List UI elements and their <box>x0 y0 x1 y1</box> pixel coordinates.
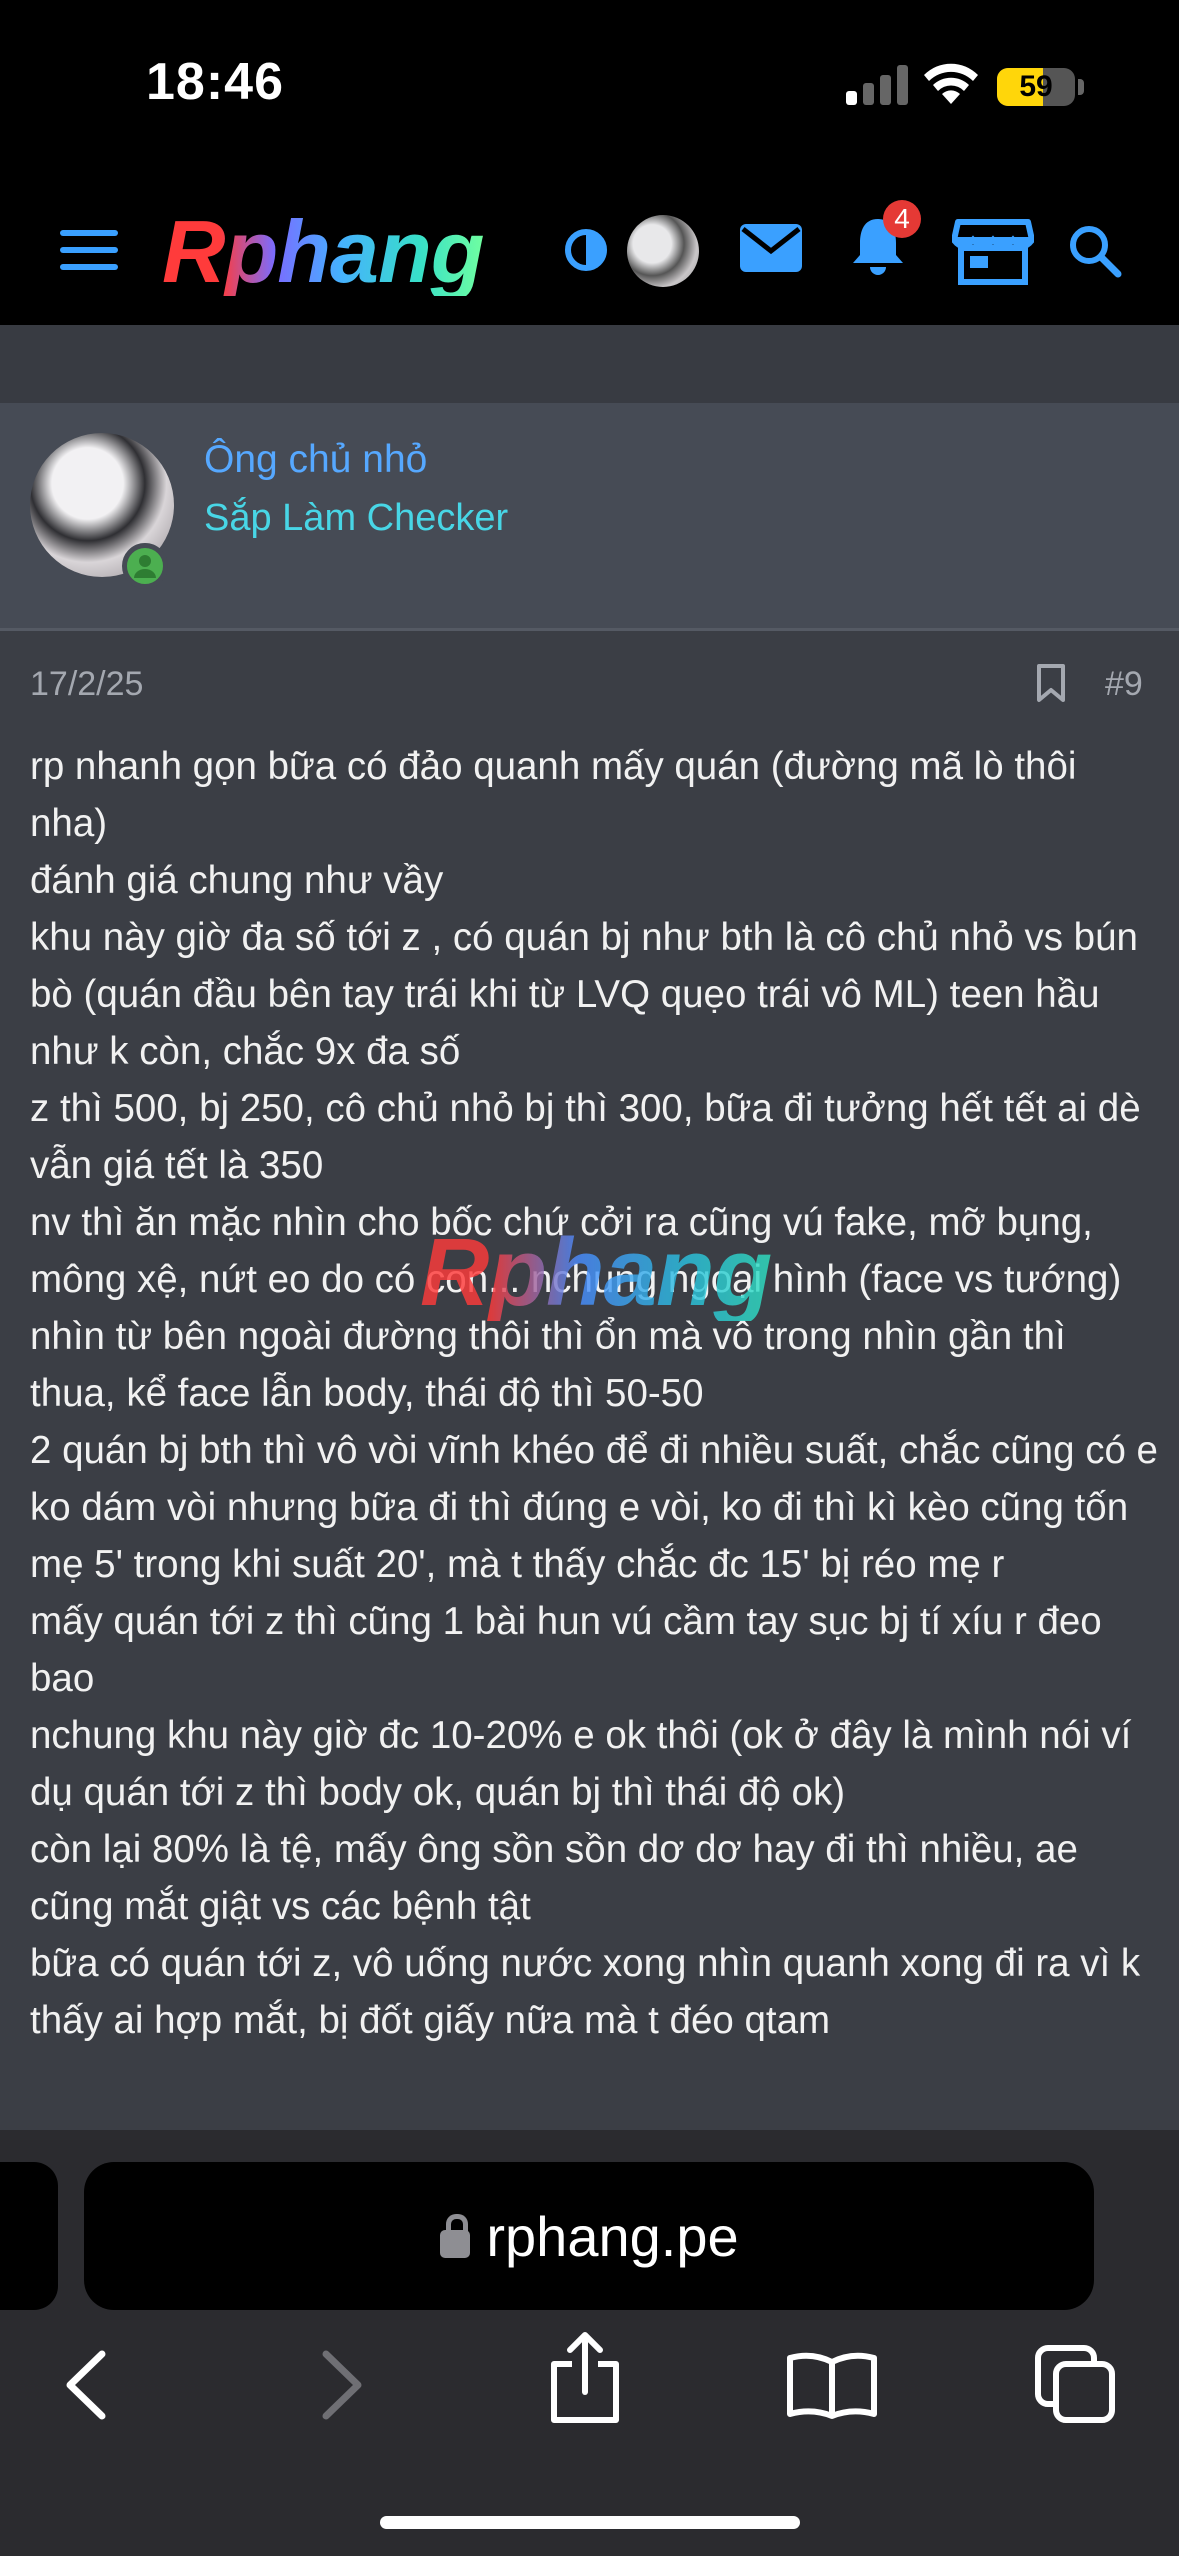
battery-tip <box>1078 79 1084 95</box>
post-content: rp nhanh gọn bữa có đảo quanh mấy quán (… <box>30 738 1160 2049</box>
home-indicator[interactable] <box>380 2516 800 2529</box>
status-time: 18:46 <box>146 53 284 111</box>
post-paragraph: khu này giờ đa số tới z , có quán bj như… <box>30 916 1138 1073</box>
post-user-panel <box>0 403 1179 631</box>
theme-toggle-icon[interactable] <box>564 228 608 272</box>
user-name[interactable]: Ông chủ nhỏ <box>204 438 427 482</box>
notification-badge: 4 <box>883 200 921 238</box>
online-status-icon <box>122 543 168 589</box>
wifi-icon <box>924 63 978 104</box>
bookmark-icon[interactable] <box>1036 663 1066 703</box>
search-icon[interactable] <box>1068 224 1122 278</box>
post-paragraph: nchung khu này giờ đc 10-20% e ok thôi (… <box>30 1714 1132 1814</box>
bookmarks-icon[interactable] <box>786 2350 878 2420</box>
post-paragraph: z thì 500, bj 250, cô chủ nhỏ bj thì 300… <box>30 1087 1141 1187</box>
mail-icon[interactable] <box>740 224 802 272</box>
battery-percentage: 59 <box>1019 70 1053 103</box>
logo-watermark: Rphang <box>420 1219 772 1326</box>
post-paragraph: rp nhanh gọn bữa có đảo quanh mấy quán (… <box>30 745 1077 845</box>
account-avatar[interactable] <box>627 215 699 287</box>
post-date[interactable]: 17/2/25 <box>30 665 143 704</box>
battery-icon: 59 <box>997 68 1075 106</box>
share-icon[interactable] <box>548 2330 622 2424</box>
post-paragraph: đánh giá chung như vầy <box>30 859 444 902</box>
post-paragraph: 2 quán bj bth thì vô vòi vĩnh khéo để đi… <box>30 1429 1158 1586</box>
post-paragraph: bữa có quán tới z, vô uống nước xong nhì… <box>30 1942 1141 2042</box>
forward-icon[interactable] <box>320 2350 366 2420</box>
status-bar: 18:46 59 <box>0 0 1179 170</box>
post-paragraph: mấy quán tới z thì cũng 1 bài hun vú cầm… <box>30 1600 1102 1700</box>
post-number[interactable]: #9 <box>1105 665 1143 704</box>
cellular-signal-icon <box>846 65 908 105</box>
menu-icon[interactable] <box>60 228 118 272</box>
store-icon[interactable] <box>952 218 1034 286</box>
user-title: Sắp Làm Checker <box>204 497 509 539</box>
site-logo[interactable]: Rphang <box>162 208 485 296</box>
lock-icon <box>440 2214 471 2258</box>
address-bar-text[interactable]: rphang.pe <box>0 2204 1179 2269</box>
back-icon[interactable] <box>62 2350 108 2420</box>
post-paragraph: còn lại 80% là tệ, mấy ông sồn sồn dơ dơ… <box>30 1828 1078 1928</box>
url-label: rphang.pe <box>486 2205 739 2268</box>
header-spacer <box>0 325 1179 403</box>
tabs-icon[interactable] <box>1034 2344 1118 2424</box>
